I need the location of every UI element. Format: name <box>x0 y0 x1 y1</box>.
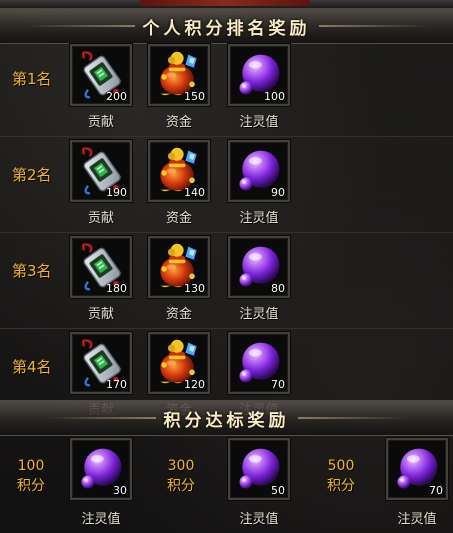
reward-quantity: 100 <box>264 90 285 103</box>
milestone-reward-slot[interactable]: 70 <box>386 438 448 500</box>
reward-slot[interactable]: 150 <box>148 44 210 106</box>
reward-slot[interactable]: 70 <box>228 332 290 394</box>
reward-quantity: 180 <box>106 282 127 295</box>
title-ornament-right <box>318 25 429 27</box>
reward-quantity: 190 <box>106 186 127 199</box>
reward-quantity: 200 <box>106 90 127 103</box>
title-ornament-right <box>297 417 408 419</box>
reward-quantity: 90 <box>271 186 285 199</box>
rank-label: 第2名 <box>12 166 52 184</box>
milestone-reward-slot[interactable]: 50 <box>228 438 290 500</box>
title-ornament-left <box>45 417 156 419</box>
reward-quantity: 70 <box>429 484 443 497</box>
milestone-points-unit: 积分 <box>327 478 355 494</box>
reward-label: 注灵值 <box>239 512 279 527</box>
reward-quantity: 170 <box>106 378 127 391</box>
milestone-points-unit: 积分 <box>167 478 195 494</box>
milestone-points: 500 积分 <box>316 456 366 496</box>
rank-label: 第3名 <box>12 262 52 280</box>
reward-label: 注灵值 <box>239 115 279 130</box>
reward-label: 贡献 <box>87 211 114 226</box>
reward-quantity: 50 <box>271 484 285 497</box>
milestone-points-value: 100 <box>17 458 45 474</box>
reward-label: 资金 <box>165 115 192 130</box>
reward-slot[interactable]: 170 <box>70 332 132 394</box>
milestone-points-unit: 积分 <box>17 478 45 494</box>
reward-slot[interactable]: 120 <box>148 332 210 394</box>
reward-label: 资金 <box>165 211 192 226</box>
rank-row: 第2名 190 贡献 140 资金 90 注灵值 <box>0 138 453 233</box>
reward-label: 注灵值 <box>81 512 121 527</box>
reward-slot[interactable]: 130 <box>148 236 210 298</box>
reward-slot[interactable]: 100 <box>228 44 290 106</box>
personal-ranking-title: 个人积分排名奖励 <box>142 18 311 39</box>
milestone-points-value: 500 <box>327 458 355 474</box>
reward-slot[interactable]: 200 <box>70 44 132 106</box>
top-frame <box>0 0 453 8</box>
reward-quantity: 80 <box>271 282 285 295</box>
top-frame-ornament <box>140 0 310 6</box>
reward-label: 资金 <box>165 307 192 322</box>
milestone-points: 300 积分 <box>156 456 206 496</box>
milestone-points: 100 积分 <box>6 456 56 496</box>
reward-quantity: 70 <box>271 378 285 391</box>
reward-label: 注灵值 <box>239 307 279 322</box>
rank-label: 第4名 <box>12 358 52 376</box>
milestone-title: 积分达标奖励 <box>163 410 290 431</box>
reward-slot[interactable]: 80 <box>228 236 290 298</box>
rank-label: 第1名 <box>12 70 52 88</box>
milestone-reward-slot[interactable]: 30 <box>70 438 132 500</box>
reward-label: 注灵值 <box>397 512 437 527</box>
reward-quantity: 120 <box>184 378 205 391</box>
reward-quantity: 130 <box>184 282 205 295</box>
reward-label: 注灵值 <box>239 211 279 226</box>
reward-slot[interactable]: 180 <box>70 236 132 298</box>
rank-row: 第1名 200 贡献 150 资金 100 注灵值 <box>0 42 453 137</box>
title-ornament-left <box>24 25 135 27</box>
reward-quantity: 150 <box>184 90 205 103</box>
reward-quantity: 140 <box>184 186 205 199</box>
reward-slot[interactable]: 140 <box>148 140 210 202</box>
milestone-points-value: 300 <box>167 458 195 474</box>
milestone-title-bar: 积分达标奖励 <box>0 400 453 436</box>
rank-row: 第3名 180 贡献 130 资金 80 注灵值 <box>0 234 453 329</box>
reward-label: 贡献 <box>87 307 114 322</box>
reward-label: 贡献 <box>87 115 114 130</box>
personal-ranking-title-bar: 个人积分排名奖励 <box>0 8 453 44</box>
reward-slot[interactable]: 90 <box>228 140 290 202</box>
reward-slot[interactable]: 190 <box>70 140 132 202</box>
reward-quantity: 30 <box>113 484 127 497</box>
